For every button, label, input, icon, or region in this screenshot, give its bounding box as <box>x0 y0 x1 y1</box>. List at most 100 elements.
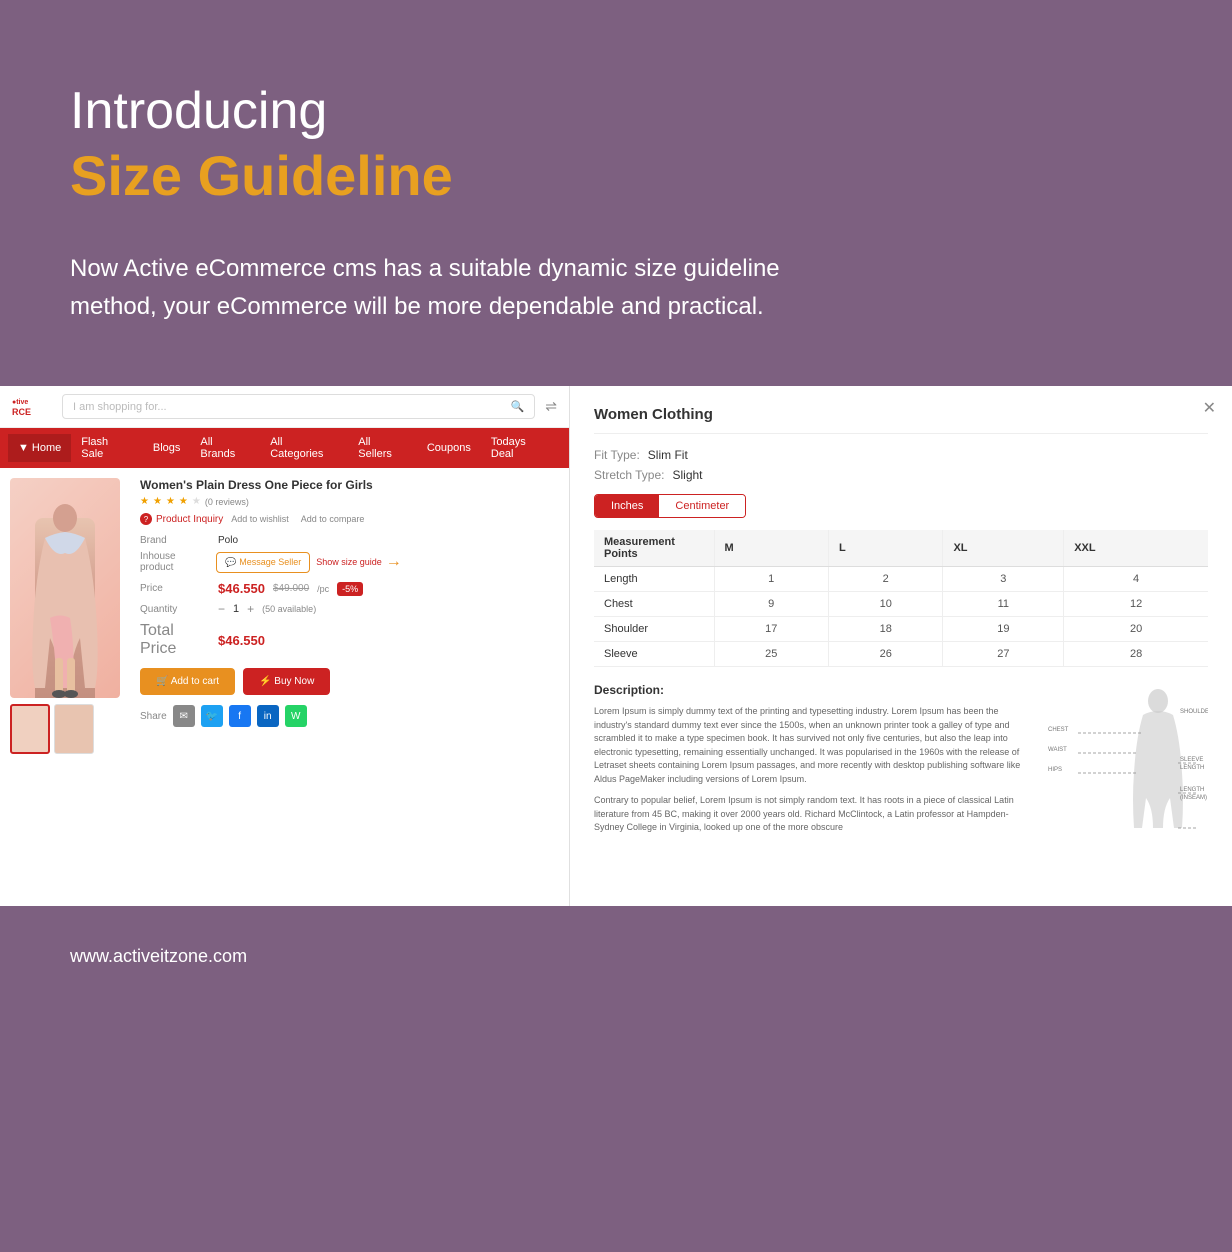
price-row: Price $46.550 $49.000 /pc -5% <box>140 581 559 596</box>
buy-now-label: Buy Now <box>274 676 314 687</box>
nav-home[interactable]: ▼ Home <box>8 434 71 462</box>
price-per: /pc <box>317 584 329 594</box>
description-block: Description: Lorem Ipsum is simply dummy… <box>594 683 1032 848</box>
size-l: 18 <box>828 617 942 642</box>
size-m: 9 <box>714 592 828 617</box>
nav-todays-deal[interactable]: Todays Deal <box>481 428 561 468</box>
hero-description: Now Active eCommerce cms has a suitable … <box>70 250 850 327</box>
fit-type-value: Slim Fit <box>648 448 688 462</box>
stretch-type-value: Slight <box>672 468 702 482</box>
nav-blogs[interactable]: Blogs <box>143 434 191 462</box>
measurement-point: Shoulder <box>594 617 714 642</box>
chat-icon: 💬 <box>225 557 236 568</box>
share-linkedin-button[interactable]: in <box>257 705 279 727</box>
description-text-1: Lorem Ipsum is simply dummy text of the … <box>594 705 1032 786</box>
total-price-row: Total Price $46.550 <box>140 622 559 658</box>
tab-inches[interactable]: Inches <box>595 495 659 517</box>
qty-value: 1 <box>233 603 239 615</box>
qty-decrement[interactable]: − <box>218 602 225 616</box>
svg-text:SLEEVE: SLEEVE <box>1180 757 1203 763</box>
fit-type-row: Fit Type: Slim Fit <box>594 448 1208 462</box>
filter-icon[interactable]: ⇌ <box>545 398 557 415</box>
product-page-panel: ●tive RCE I am shopping for... 🔍 ⇌ ▼ Hom… <box>0 386 570 906</box>
show-size-guide-link[interactable]: Show size guide → <box>316 553 402 571</box>
total-label: Total Price <box>140 622 210 658</box>
size-xxl: 20 <box>1064 617 1208 642</box>
nav-all-brands[interactable]: All Brands <box>190 428 260 468</box>
inhouse-label: Inhouse product <box>140 551 210 573</box>
size-xxl: 28 <box>1064 642 1208 667</box>
size-table: Measurement Points M L XL XXL Length 1 2… <box>594 530 1208 667</box>
quantity-row: Quantity − 1 + (50 available) <box>140 602 559 616</box>
compare-link[interactable]: Add to compare <box>301 514 365 524</box>
size-m: 25 <box>714 642 828 667</box>
navbar: ●tive RCE I am shopping for... 🔍 ⇌ <box>0 386 569 428</box>
search-icon[interactable]: 🔍 <box>511 400 525 413</box>
col-xxl: XXL <box>1064 530 1208 567</box>
wishlist-link[interactable]: Add to wishlist <box>231 514 289 524</box>
product-thumbnails <box>10 704 130 754</box>
message-seller-button[interactable]: 💬 Message Seller <box>216 552 310 573</box>
table-row: Shoulder 17 18 19 20 <box>594 617 1208 642</box>
qty-label: Quantity <box>140 604 210 615</box>
total-value: $46.550 <box>218 633 265 648</box>
buy-now-button[interactable]: ⚡ Buy Now <box>243 668 330 695</box>
stretch-type-row: Stretch Type: Slight <box>594 468 1208 482</box>
size-xl: 3 <box>943 567 1064 592</box>
price-original: $49.000 <box>273 583 309 594</box>
star-1: ★ <box>140 496 149 507</box>
share-email-button[interactable]: ✉ <box>173 705 195 727</box>
nav-all-categories[interactable]: All Categories <box>260 428 348 468</box>
svg-text:(INSEAM): (INSEAM) <box>1180 795 1207 801</box>
nav-coupons[interactable]: Coupons <box>417 434 481 462</box>
modal-title: Women Clothing <box>594 406 1208 434</box>
nav-all-sellers[interactable]: All Sellers <box>348 428 417 468</box>
measurement-point: Sleeve <box>594 642 714 667</box>
qty-available: (50 available) <box>262 604 316 614</box>
search-bar[interactable]: I am shopping for... 🔍 <box>62 394 535 419</box>
product-main-image <box>10 478 120 698</box>
size-l: 2 <box>828 567 942 592</box>
add-to-cart-button[interactable]: 🛒 Add to cart <box>140 668 235 695</box>
qty-increment[interactable]: + <box>247 602 254 616</box>
size-xl: 11 <box>943 592 1064 617</box>
share-twitter-button[interactable]: 🐦 <box>201 705 223 727</box>
share-facebook-button[interactable]: f <box>229 705 251 727</box>
hero-introducing: Introducing <box>70 80 1162 142</box>
unit-tabs: Inches Centimeter <box>594 494 746 518</box>
size-xxl: 12 <box>1064 592 1208 617</box>
star-2: ★ <box>153 496 162 507</box>
inquiry-label: Product Inquiry <box>156 514 223 525</box>
star-4: ★ <box>179 496 188 507</box>
brand-value: Polo <box>218 535 238 546</box>
price-current: $46.550 <box>218 581 265 596</box>
msg-seller-label: Message Seller <box>239 557 301 567</box>
svg-text:LENGTH: LENGTH <box>1180 765 1204 771</box>
star-5: ★ <box>192 496 201 507</box>
nav-flash-sale[interactable]: Flash Sale <box>71 428 143 468</box>
modal-close-button[interactable]: ✕ <box>1203 398 1216 418</box>
description-title: Description: <box>594 683 1032 697</box>
hero-title: Size Guideline <box>70 142 1162 209</box>
nav-home-label: Home <box>32 442 61 454</box>
discount-badge: -5% <box>337 582 363 596</box>
screenshot-area: ●tive RCE I am shopping for... 🔍 ⇌ ▼ Hom… <box>0 386 1232 906</box>
product-name: Women's Plain Dress One Piece for Girls <box>140 478 559 492</box>
footer-url: www.activeitzone.com <box>70 946 1162 967</box>
col-l: L <box>828 530 942 567</box>
col-measurement: Measurement Points <box>594 530 714 567</box>
share-whatsapp-button[interactable]: W <box>285 705 307 727</box>
hero-section: Introducing Size Guideline Now Active eC… <box>0 0 1232 386</box>
price-label: Price <box>140 583 210 594</box>
product-inquiry[interactable]: ? Product Inquiry <box>140 513 223 525</box>
thumbnail-1[interactable] <box>10 704 50 754</box>
measurement-point: Length <box>594 567 714 592</box>
tab-centimeter[interactable]: Centimeter <box>659 495 745 517</box>
size-l: 10 <box>828 592 942 617</box>
stretch-type-label: Stretch Type: <box>594 468 664 482</box>
svg-text:LENGTH: LENGTH <box>1180 787 1204 793</box>
thumbnail-2[interactable] <box>54 704 94 754</box>
fit-type-label: Fit Type: <box>594 448 640 462</box>
table-row: Chest 9 10 11 12 <box>594 592 1208 617</box>
col-xl: XL <box>943 530 1064 567</box>
